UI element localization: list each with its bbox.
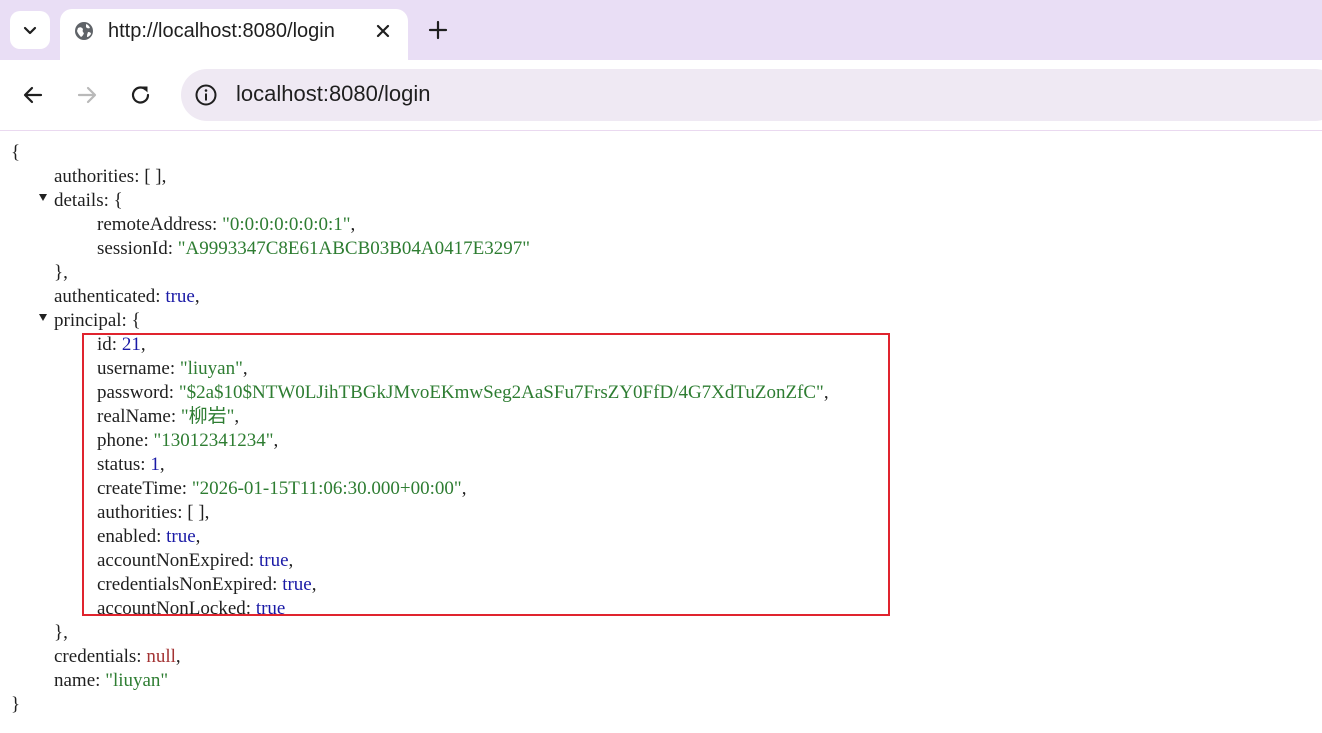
json-key: createTime (97, 478, 182, 499)
json-key: sessionId (97, 238, 168, 259)
json-line-account-non-expired: accountNonExpired: true, (97, 550, 294, 571)
json-close-principal: }, (54, 622, 68, 643)
browser-tab-active[interactable]: http://localhost:8080/login (60, 9, 408, 60)
url-text[interactable]: localhost:8080/login (236, 81, 430, 107)
json-number-value: 21 (121, 334, 141, 355)
json-key: credentialsNonExpired (97, 574, 273, 595)
json-key: remoteAddress (97, 214, 213, 235)
browser-toolbar: localhost:8080/login (0, 60, 1322, 131)
json-null-value: null (146, 646, 176, 667)
json-boolean-value: true (282, 574, 312, 595)
json-key: realName (97, 406, 171, 427)
back-arrow-icon[interactable] (20, 82, 46, 108)
json-key: authorities (54, 166, 135, 187)
json-line-principal: principal: { (54, 310, 141, 331)
json-line-authorities: authorities: [ ], (54, 166, 167, 187)
json-string-value: "liuyan" (105, 670, 169, 691)
json-line-remote-address: remoteAddress: "0:0:0:0:0:0:0:1", (97, 214, 356, 235)
reload-icon[interactable] (128, 82, 154, 108)
json-line-authenticated: authenticated: true, (54, 286, 200, 307)
json-line-credentials-non-expired: credentialsNonExpired: true, (97, 574, 317, 595)
collapse-toggle-principal[interactable] (39, 314, 47, 321)
json-close-details: }, (54, 262, 68, 283)
json-key: authenticated (54, 286, 156, 307)
tab-search-button[interactable] (10, 11, 50, 49)
json-key: accountNonLocked (97, 598, 246, 619)
json-line-real-name: realName: "柳岩", (97, 406, 240, 427)
json-boolean-value: true (258, 550, 289, 571)
json-line-create-time: createTime: "2026-01-15T11:06:30.000+00:… (97, 478, 467, 499)
json-key: authorities (97, 502, 178, 523)
json-key: accountNonExpired (97, 550, 249, 571)
json-line-name: name: "liuyan" (54, 670, 169, 691)
json-boolean-value: true (166, 526, 196, 547)
json-key: status (97, 454, 141, 475)
json-key: id (97, 334, 112, 355)
json-boolean-value: true (165, 286, 195, 307)
globe-icon (75, 22, 93, 40)
json-array-value: [ ] (187, 502, 205, 523)
json-key: name (54, 670, 96, 691)
collapse-toggle-details[interactable] (39, 194, 47, 201)
json-line-password: password: "$2a$10$NTW0LJihTBGkJMvoEKmwSe… (97, 382, 829, 403)
json-close-brace: } (11, 694, 21, 715)
json-number-value: 1 (150, 454, 160, 475)
info-icon[interactable] (194, 83, 218, 107)
json-string-value: "0:0:0:0:0:0:0:1" (222, 214, 351, 235)
json-key: password (97, 382, 169, 403)
json-string-value: "2026-01-15T11:06:30.000+00:00" (191, 478, 462, 499)
json-string-value: "13012341234" (153, 430, 274, 451)
json-key: phone (97, 430, 144, 451)
json-array-value: [ ] (144, 166, 162, 187)
json-line-enabled: enabled: true, (97, 526, 201, 547)
json-line-username: username: "liuyan", (97, 358, 248, 379)
tab-strip: http://localhost:8080/login (0, 0, 1322, 60)
json-string-value: "柳岩" (180, 406, 235, 427)
close-icon[interactable] (373, 21, 393, 41)
json-open-brace: { (11, 142, 21, 163)
json-string-value: "$2a$10$NTW0LJihTBGkJMvoEKmwSeg2AaSFu7Fr… (178, 382, 824, 403)
json-boolean-value: true (255, 598, 286, 619)
json-key: credentials (54, 646, 137, 667)
json-line-status: status: 1, (97, 454, 165, 475)
chevron-down-icon (23, 26, 37, 35)
json-line-session-id: sessionId: "A9993347C8E61ABCB03B04A0417E… (97, 238, 531, 259)
json-key: details (54, 190, 104, 211)
json-line-principal-authorities: authorities: [ ], (97, 502, 210, 523)
json-line-id: id: 21, (97, 334, 146, 355)
json-line-details: details: { (54, 190, 123, 211)
tab-title: http://localhost:8080/login (108, 20, 335, 42)
address-bar[interactable]: localhost:8080/login (181, 69, 1322, 121)
json-string-value: "A9993347C8E61ABCB03B04A0417E3297" (177, 238, 531, 259)
json-line-credentials: credentials: null, (54, 646, 181, 667)
json-line-phone: phone: "13012341234", (97, 430, 279, 451)
json-key: principal (54, 310, 122, 331)
json-key: username (97, 358, 170, 379)
json-line-account-non-locked: accountNonLocked: true (97, 598, 286, 619)
json-string-value: "liuyan" (179, 358, 243, 379)
forward-arrow-icon[interactable] (74, 82, 100, 108)
json-key: enabled (97, 526, 157, 547)
new-tab-plus-icon[interactable] (427, 19, 449, 41)
